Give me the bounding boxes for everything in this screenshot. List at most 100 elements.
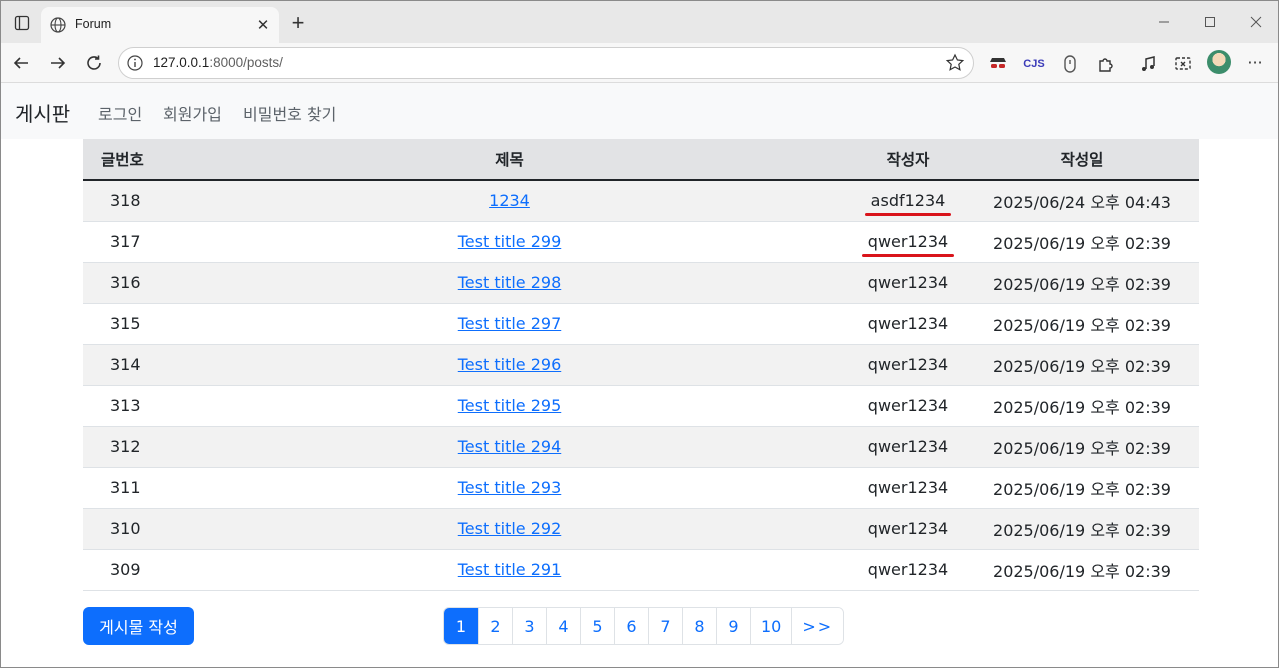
post-author: asdf1234	[864, 191, 952, 217]
page-link-3[interactable]: 3	[512, 608, 546, 644]
page-next[interactable]: >>	[791, 608, 844, 644]
post-title-link[interactable]: 1234	[489, 191, 530, 210]
post-number: 316	[83, 262, 168, 304]
puzzle-icon[interactable]	[1095, 53, 1117, 75]
page-link-2[interactable]: 2	[478, 608, 512, 644]
post-author: qwer1234	[851, 385, 965, 427]
post-number: 311	[83, 467, 168, 509]
post-title-link[interactable]: Test title 292	[458, 519, 562, 538]
post-author: qwer1234	[851, 262, 965, 304]
post-date: 2025/06/19 오후 02:39	[965, 549, 1199, 591]
url-text: 127.0.0.1:8000/posts/	[153, 55, 283, 70]
table-row: 317 Test title 299 qwer1234 2025/06/19 오…	[83, 221, 1199, 263]
reload-icon[interactable]	[80, 49, 108, 77]
post-author: qwer1234	[851, 549, 965, 591]
post-date: 2025/06/19 오후 02:39	[965, 221, 1199, 263]
post-title-link[interactable]: Test title 291	[458, 560, 562, 579]
minimize-icon[interactable]	[1149, 9, 1179, 35]
table-row: 313 Test title 295 qwer1234 2025/06/19 오…	[83, 385, 1199, 427]
table-row: 310 Test title 292 qwer1234 2025/06/19 오…	[83, 508, 1199, 550]
page-link-8[interactable]: 8	[682, 608, 716, 644]
new-tab-icon[interactable]: +	[285, 10, 311, 36]
profile-avatar[interactable]	[1207, 50, 1231, 74]
favorite-star-icon[interactable]	[945, 53, 965, 73]
page-link-7[interactable]: 7	[648, 608, 682, 644]
page-link-9[interactable]: 9	[716, 608, 750, 644]
header-date: 작성일	[965, 139, 1199, 181]
more-menu-icon[interactable]: ···	[1244, 51, 1266, 73]
screenshot-icon[interactable]	[1172, 53, 1194, 75]
table-row: 312 Test title 294 qwer1234 2025/06/19 오…	[83, 426, 1199, 468]
close-window-icon[interactable]	[1241, 9, 1271, 35]
author-text: asdf1234	[870, 191, 946, 211]
post-title-link[interactable]: Test title 295	[458, 396, 562, 415]
post-number: 312	[83, 426, 168, 468]
close-icon[interactable]: ✕	[253, 15, 273, 35]
shield-ext-icon[interactable]	[1059, 53, 1081, 75]
address-bar[interactable]: 127.0.0.1:8000/posts/	[118, 47, 974, 79]
post-number: 314	[83, 344, 168, 386]
music-icon[interactable]	[1137, 53, 1159, 75]
page-link-10[interactable]: 10	[750, 608, 792, 644]
post-number: 313	[83, 385, 168, 427]
post-date: 2025/06/19 오후 02:39	[965, 262, 1199, 304]
header-title: 제목	[168, 139, 851, 181]
url-host: 127.0.0.1	[153, 55, 210, 70]
table-row: 315 Test title 297 qwer1234 2025/06/19 오…	[83, 303, 1199, 345]
header-number: 글번호	[83, 139, 168, 181]
post-number: 309	[83, 549, 168, 591]
post-title-link[interactable]: Test title 297	[458, 314, 562, 333]
table-row: 314 Test title 296 qwer1234 2025/06/19 오…	[83, 344, 1199, 386]
table-row: 316 Test title 298 qwer1234 2025/06/19 오…	[83, 262, 1199, 304]
post-title-link[interactable]: Test title 299	[458, 232, 562, 251]
post-date: 2025/06/19 오후 02:39	[965, 344, 1199, 386]
back-icon[interactable]	[7, 49, 35, 77]
table-row: 311 Test title 293 qwer1234 2025/06/19 오…	[83, 467, 1199, 509]
pagination: 1 2 3 4 5 6 7 8 9 10 >>	[443, 607, 845, 645]
page-link-5[interactable]: 5	[580, 608, 614, 644]
post-number: 318	[83, 180, 168, 222]
posts-table: 글번호 제목 작성자 작성일 318 1234 asdf1234 2025/06…	[83, 139, 1199, 591]
nav-link-login[interactable]: 로그인	[98, 101, 142, 125]
cjs-ext-icon[interactable]: CJS	[1023, 53, 1045, 75]
post-number: 317	[83, 221, 168, 263]
tab-strip: Forum ✕ +	[1, 1, 1278, 43]
write-post-button[interactable]: 게시물 작성	[83, 607, 194, 645]
post-author: qwer1234	[861, 232, 955, 257]
page-link-6[interactable]: 6	[614, 608, 648, 644]
maximize-icon[interactable]	[1195, 9, 1225, 35]
post-title-link[interactable]: Test title 296	[458, 355, 562, 374]
red-annotation-underline	[861, 254, 955, 257]
browser-tab[interactable]: Forum ✕	[41, 7, 279, 43]
post-author: qwer1234	[851, 508, 965, 550]
navbar-brand[interactable]: 게시판	[15, 98, 70, 127]
post-title-link[interactable]: Test title 298	[458, 273, 562, 292]
post-title-link[interactable]: Test title 293	[458, 478, 562, 497]
post-title-link[interactable]: Test title 294	[458, 437, 562, 456]
table-row: 318 1234 asdf1234 2025/06/24 오후 04:43	[83, 180, 1199, 222]
post-date: 2025/06/19 오후 02:39	[965, 385, 1199, 427]
post-date: 2025/06/19 오후 02:39	[965, 467, 1199, 509]
nav-link-signup[interactable]: 회원가입	[163, 101, 222, 125]
site-info-icon[interactable]	[126, 54, 144, 72]
post-author: qwer1234	[851, 303, 965, 345]
site-navbar: 게시판 로그인 회원가입 비밀번호 찾기	[1, 83, 1278, 139]
post-author: qwer1234	[851, 426, 965, 468]
nav-link-find-password[interactable]: 비밀번호 찾기	[243, 101, 336, 125]
browser-toolbar: 127.0.0.1:8000/posts/ CJS	[1, 43, 1278, 83]
post-number: 315	[83, 303, 168, 345]
page-link-1[interactable]: 1	[444, 608, 478, 644]
post-date: 2025/06/19 오후 02:39	[965, 426, 1199, 468]
post-date: 2025/06/19 오후 02:39	[965, 508, 1199, 550]
browser-window: Forum ✕ + 127.0.0.1:8000/posts/ CJS ··· …	[0, 0, 1279, 668]
page-link-4[interactable]: 4	[546, 608, 580, 644]
tab-title: Forum	[75, 17, 112, 31]
incognito-ext-icon[interactable]	[987, 53, 1009, 75]
table-row: 309 Test title 291 qwer1234 2025/06/19 오…	[83, 549, 1199, 591]
post-date: 2025/06/24 오후 04:43	[965, 180, 1199, 222]
table-header-row: 글번호 제목 작성자 작성일	[83, 139, 1199, 181]
tab-actions-icon[interactable]	[9, 10, 35, 36]
forward-icon[interactable]	[44, 49, 72, 77]
url-path: :8000/posts/	[209, 55, 283, 70]
header-author: 작성자	[851, 139, 965, 181]
